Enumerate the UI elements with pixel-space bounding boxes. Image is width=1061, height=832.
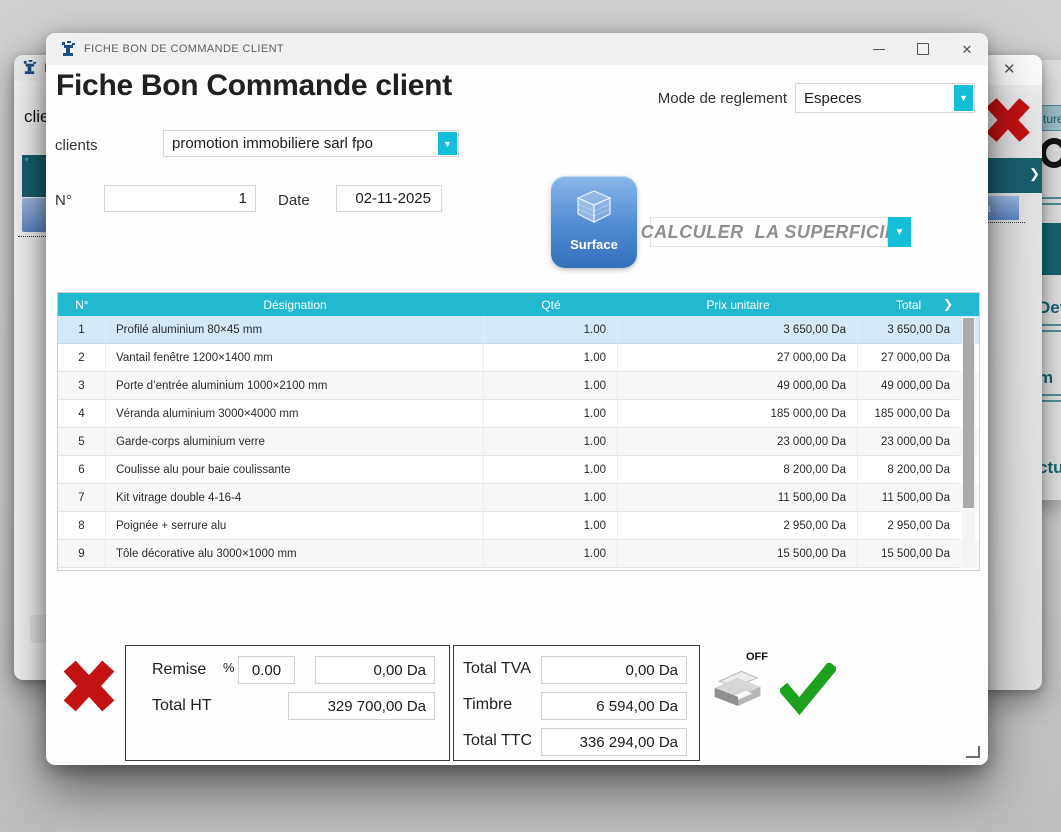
minimize-icon — [873, 49, 885, 50]
window-titlebar: FICHE BON DE COMMANDE CLIENT ✕ — [46, 33, 988, 65]
surface-button-label: Surface — [551, 237, 637, 252]
table-row[interactable]: 1 Profilé aluminium 80×45 mm 1.00 3 650,… — [58, 316, 979, 344]
cancel-icon[interactable] — [60, 657, 118, 715]
scrollbar-thumb[interactable] — [963, 318, 974, 508]
vertical-scrollbar[interactable] — [962, 317, 975, 567]
close-button[interactable]: ✕ — [952, 33, 982, 65]
timbre-input[interactable]: 6 594,00 Da — [541, 692, 687, 720]
printer-icon[interactable] — [708, 663, 766, 713]
validate-icon[interactable] — [780, 663, 836, 719]
date-label: Date — [278, 192, 310, 209]
printer-status-badge: OFF — [746, 651, 768, 663]
total-ttc-label: Total TTC — [463, 732, 532, 750]
table-row[interactable]: 6 Coulisse alu pour baie coulissante 1.0… — [58, 456, 979, 484]
grid-header: N° Désignation Qté Prix unitaire Total ❯ — [58, 293, 979, 316]
minimize-button[interactable] — [864, 33, 894, 65]
close-icon: ✕ — [962, 43, 973, 56]
maximize-button[interactable] — [908, 33, 938, 65]
calculer-superficie-button[interactable]: CALCULER LA SUPERFICIE ▼ — [650, 217, 911, 247]
timbre-label: Timbre — [463, 696, 512, 714]
col-header-qte[interactable]: Qté — [484, 293, 618, 316]
clients-value: promotion immobiliere sarl fpo — [172, 135, 373, 152]
total-ht-label: Total HT — [152, 697, 212, 715]
mode-reglement-select[interactable]: Especes ▼ — [795, 83, 975, 113]
total-tva-input[interactable]: 0,00 Da — [541, 656, 687, 684]
chevron-down-icon[interactable]: ▼ — [438, 132, 457, 155]
remise-total-ht-box: Remise % 0.00 0,00 Da Total HT 329 700,0… — [125, 645, 450, 761]
app-icon — [60, 41, 76, 57]
tva-timbre-ttc-box: Total TVA 0,00 Da Timbre 6 594,00 Da Tot… — [453, 645, 700, 761]
mode-reglement-label: Mode de reglement — [634, 90, 787, 107]
remise-label: Remise — [152, 661, 206, 679]
chevron-right-icon: ❯ — [1029, 166, 1040, 182]
mode-reglement-value: Especes — [804, 90, 862, 107]
remise-percent-input[interactable]: 0.00 — [238, 656, 295, 684]
app-icon — [22, 60, 37, 75]
table-row[interactable]: 3 Porte d’entrée aluminium 1000×2100 mm … — [58, 372, 979, 400]
background-tab-fragment[interactable]: ture — [1039, 105, 1061, 131]
background-nav-button[interactable]: ❯ — [988, 158, 1042, 193]
window-title: FICHE BON DE COMMANDE CLIENT — [84, 43, 284, 55]
background-logo-icon — [1040, 138, 1061, 168]
col-header-prix-unitaire[interactable]: Prix unitaire — [618, 293, 858, 316]
date-input[interactable]: 02-11-2025 — [336, 185, 442, 212]
chevron-right-icon[interactable]: ❯ — [943, 297, 953, 311]
col-header-designation[interactable]: Désignation — [106, 293, 484, 316]
table-row[interactable]: 4 Véranda aluminium 3000×4000 mm 1.00 18… — [58, 400, 979, 428]
calculer-superficie-label: CALCULER LA SUPERFICIE — [650, 217, 888, 247]
surface-button[interactable]: Surface — [551, 176, 637, 268]
order-lines-grid: N° Désignation Qté Prix unitaire Total ❯… — [57, 292, 980, 571]
table-row[interactable]: 9 Tôle décorative alu 3000×1000 mm 1.00 … — [58, 540, 979, 568]
table-row[interactable]: 2 Vantail fenêtre 1200×1400 mm 1.00 27 0… — [58, 344, 979, 372]
total-tva-label: Total TVA — [463, 660, 531, 678]
page-title: Fiche Bon Commande client — [56, 69, 452, 103]
resize-grip[interactable] — [966, 746, 980, 758]
percent-label: % — [223, 660, 235, 675]
total-ttc-input[interactable]: 336 294,00 Da — [541, 728, 687, 756]
background-teal-block — [1041, 223, 1061, 275]
chevron-down-icon[interactable]: ▼ — [888, 217, 911, 247]
clients-label: clients — [55, 137, 98, 154]
table-row[interactable]: 8 Poignée + serrure alu 1.00 2 950,00 Da… — [58, 512, 979, 540]
numero-label: N° — [55, 192, 72, 209]
table-row[interactable]: 5 Garde-corps aluminium verre 1.00 23 00… — [58, 428, 979, 456]
delete-icon[interactable] — [983, 93, 1033, 147]
close-icon[interactable]: ✕ — [1003, 60, 1016, 78]
total-ht-input[interactable]: 329 700,00 Da — [288, 692, 435, 720]
grid-body: 1 Profilé aluminium 80×45 mm 1.00 3 650,… — [58, 316, 979, 568]
clients-select[interactable]: promotion immobiliere sarl fpo ▼ — [163, 130, 459, 157]
cube-icon — [571, 185, 617, 231]
remise-amount-input[interactable]: 0,00 Da — [315, 656, 435, 684]
order-form-window: FICHE BON DE COMMANDE CLIENT ✕ Fiche Bon… — [46, 33, 988, 765]
col-header-numero[interactable]: N° — [58, 293, 106, 316]
numero-input[interactable]: 1 — [104, 185, 256, 212]
maximize-icon — [917, 43, 929, 55]
table-row[interactable]: 7 Kit vitrage double 4-16-4 1.00 11 500,… — [58, 484, 979, 512]
chevron-down-icon[interactable]: ▼ — [954, 85, 973, 111]
